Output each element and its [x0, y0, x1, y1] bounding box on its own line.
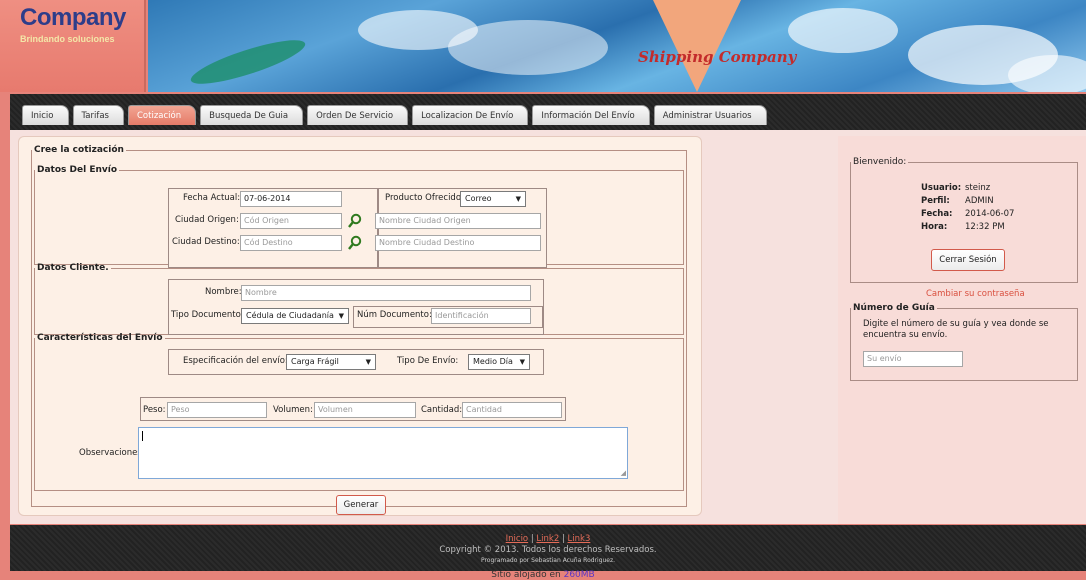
quote-panel: Cree la cotización Datos Del Envío Fecha…	[18, 136, 702, 516]
volumen-input[interactable]: Volumen	[314, 402, 416, 418]
search-icon[interactable]	[347, 235, 363, 251]
chevron-down-icon: ▼	[515, 195, 521, 203]
hosting-link[interactable]: 260MB	[564, 570, 595, 580]
tab-busqueda-guia[interactable]: Busqueda De Guia	[200, 105, 304, 125]
peso-input[interactable]: Peso	[167, 402, 267, 418]
footer: Inicio | Link2 | Link3 Copyright © 2013.…	[10, 525, 1086, 571]
company-tagline: Brindando soluciones	[20, 34, 115, 44]
num-doc-label: Núm Documento:	[357, 310, 432, 320]
copyright: Copyright © 2013. Todos los derechos Res…	[439, 545, 657, 555]
banner-triangle	[653, 0, 741, 92]
cantidad-label: Cantidad:	[421, 405, 463, 415]
nombre-label: Nombre:	[205, 287, 242, 297]
tab-administrar-usuarios[interactable]: Administrar Usuarios	[653, 105, 767, 125]
observaciones-textarea[interactable]: ◢	[138, 427, 628, 479]
generar-button[interactable]: Generar	[336, 495, 386, 515]
tab-informacion-envio[interactable]: Información Del Envío	[532, 105, 650, 125]
banner-image: Shipping Company	[148, 0, 1086, 92]
destino-name-input[interactable]: Nombre Ciudad Destino	[375, 235, 541, 251]
tipo-doc-select[interactable]: Cédula de Ciudadanía ▼	[241, 308, 349, 324]
producto-select[interactable]: Correo ▼	[460, 191, 526, 207]
usuario-label: Usuario:	[921, 183, 962, 193]
footer-link-inicio[interactable]: Inicio	[506, 534, 529, 544]
features-fieldset: Características del Envío Especificación…	[34, 333, 684, 491]
fecha-label: Fecha:	[921, 209, 953, 219]
origen-name-input[interactable]: Nombre Ciudad Origen	[375, 213, 541, 229]
especificacion-label: Especificación del envío:	[183, 356, 288, 366]
producto-label: Producto Ofrecido:	[385, 193, 464, 203]
footer-links: Inicio | Link2 | Link3	[10, 534, 1086, 544]
origen-label: Ciudad Origen:	[175, 215, 239, 225]
origen-code-input[interactable]: Cód Origen	[240, 213, 342, 229]
header: Company Brindando soluciones Shipping Co…	[0, 0, 1086, 92]
tab-localizacion-envio[interactable]: Localizacion De Envío	[412, 105, 529, 125]
banner-title: Shipping Company	[638, 48, 797, 66]
chevron-down-icon: ▼	[365, 358, 371, 366]
footer-separator: |	[561, 534, 565, 544]
footer-link-3[interactable]: Link3	[568, 534, 591, 544]
tipo-doc-label: Tipo Documento:	[171, 310, 244, 320]
guide-text: Digite el número de su guía y vea donde …	[863, 319, 1049, 340]
resize-handle-icon[interactable]: ◢	[621, 470, 626, 477]
search-icon[interactable]	[347, 213, 363, 229]
tab-tarifas[interactable]: Tarifas	[72, 105, 124, 125]
shipment-legend: Datos Del Envío	[37, 165, 118, 175]
tab-cotizacion[interactable]: Cotización	[127, 105, 197, 125]
volumen-label: Volumen:	[273, 405, 313, 415]
welcome-fieldset: Bienvenido: Usuario: steinz Perfil: ADMI…	[850, 157, 1078, 283]
programmer-credit: Programado por Sebastian Acuña Rodriguez…	[480, 557, 616, 564]
text-cursor	[142, 431, 143, 441]
logo[interactable]: Company Brindando soluciones	[0, 0, 146, 92]
logout-button[interactable]: Cerrar Sesión	[931, 249, 1005, 271]
destino-label: Ciudad Destino:	[172, 237, 240, 247]
guide-input[interactable]: Su envío	[863, 351, 963, 367]
guide-fieldset: Número de Guía Digite el número de su gu…	[850, 303, 1078, 381]
tipo-envio-select[interactable]: Medio Día ▼	[468, 354, 530, 370]
perfil-value: ADMIN	[965, 196, 994, 206]
chevron-down-icon: ▼	[519, 358, 525, 366]
especificacion-select[interactable]: Carga Frágil ▼	[286, 354, 376, 370]
observaciones-label: Observaciones	[79, 448, 142, 458]
footer-link-2[interactable]: Link2	[536, 534, 559, 544]
chevron-down-icon: ▼	[338, 312, 344, 320]
fecha-value: 2014-06-07	[965, 209, 1015, 219]
perfil-label: Perfil:	[921, 196, 950, 206]
main-nav: Inicio Tarifas Cotización Busqueda De Gu…	[10, 94, 1086, 130]
client-legend: Datos Cliente.	[37, 263, 109, 273]
hora-label: Hora:	[921, 222, 948, 232]
footer-separator: |	[530, 534, 534, 544]
quote-fieldset: Cree la cotización Datos Del Envío Fecha…	[31, 145, 687, 515]
hosting-note: Sitio alojado en 260MB	[491, 570, 595, 580]
welcome-legend: Bienvenido:	[853, 157, 907, 167]
num-doc-input[interactable]: Identificación	[431, 308, 531, 324]
peso-label: Peso:	[143, 405, 166, 415]
destino-code-input[interactable]: Cód Destino	[240, 235, 342, 251]
tab-orden-servicio[interactable]: Orden De Servicio	[307, 105, 409, 125]
usuario-value: steinz	[965, 183, 991, 193]
cantidad-input[interactable]: Cantidad	[462, 402, 562, 418]
company-name: Company	[20, 4, 126, 31]
client-fieldset: Datos Cliente. Nombre: Nombre Tipo Docum…	[34, 263, 684, 335]
change-password-link[interactable]: Cambiar su contraseña	[926, 289, 1025, 299]
tipo-envio-label: Tipo De Envío:	[397, 356, 459, 366]
quote-legend: Cree la cotización	[34, 145, 124, 155]
hora-value: 12:32 PM	[965, 222, 1005, 232]
features-legend: Características del Envío	[37, 333, 163, 343]
fecha-label: Fecha Actual:	[183, 193, 241, 203]
guide-legend: Número de Guía	[853, 303, 935, 313]
tab-inicio[interactable]: Inicio	[22, 105, 69, 125]
nombre-input[interactable]: Nombre	[241, 285, 531, 301]
fecha-input[interactable]: 07-06-2014	[240, 191, 342, 207]
shipment-fieldset: Datos Del Envío Fecha Actual: 07-06-2014…	[34, 165, 684, 268]
